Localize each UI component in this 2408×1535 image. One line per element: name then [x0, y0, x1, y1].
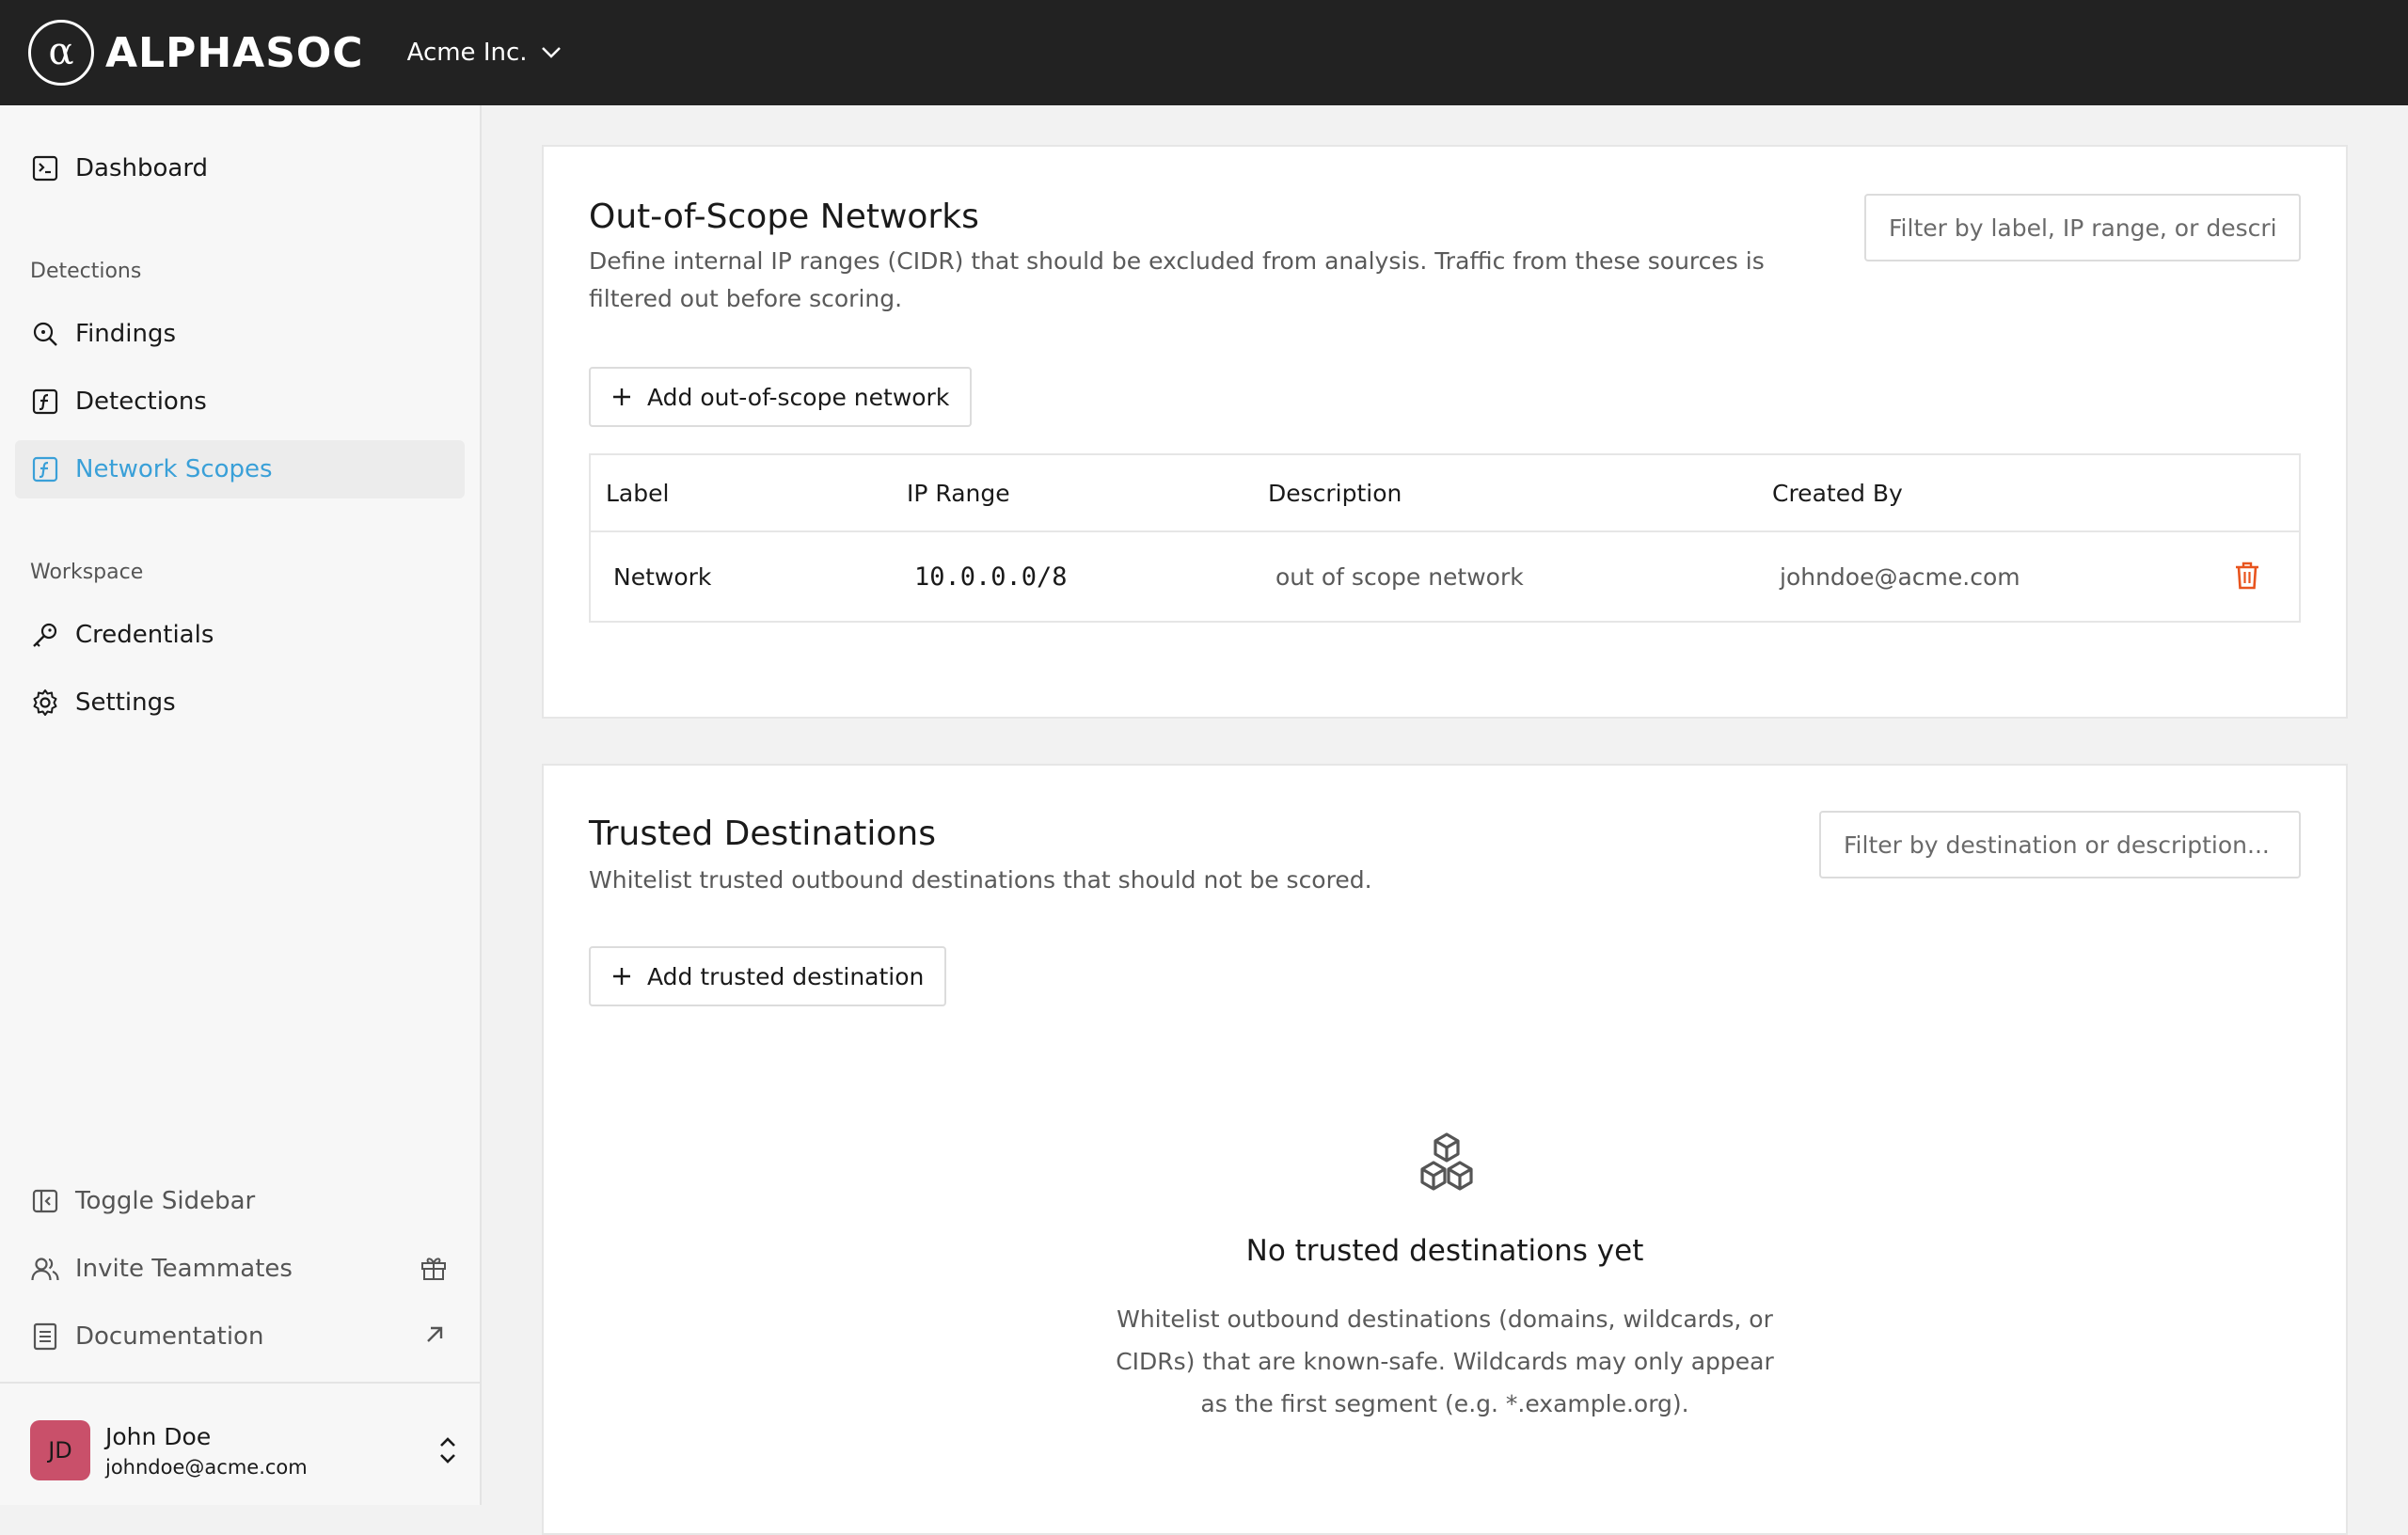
empty-state-title: No trusted destinations yet	[1245, 1234, 1644, 1268]
section-title-detections: Detections	[30, 260, 142, 283]
sidebar-item-detections[interactable]: Detections	[15, 372, 465, 431]
external-link-icon	[421, 1321, 448, 1352]
cell-created-by: johndoe@acme.com	[1780, 562, 2020, 591]
sidebar: Dashboard Detections Findings Detections…	[0, 105, 482, 1505]
function-icon	[30, 454, 60, 484]
column-header-description[interactable]: Description	[1268, 455, 1402, 530]
search-icon	[30, 319, 60, 349]
out-of-scope-table: Label IP Range Description Created By Ne…	[589, 453, 2301, 623]
invite-teammates-button[interactable]: Invite Teammates	[15, 1240, 465, 1298]
cell-label: Network	[613, 562, 712, 591]
org-name: Acme Inc.	[406, 39, 528, 67]
user-name: John Doe	[105, 1422, 212, 1450]
svg-text:α: α	[48, 32, 73, 73]
user-meta: John Doe johndoe@acme.com	[105, 1423, 308, 1479]
avatar: JD	[30, 1420, 90, 1480]
gift-icon	[420, 1254, 448, 1286]
sidebar-item-label: Settings	[75, 688, 176, 717]
user-email: johndoe@acme.com	[105, 1455, 308, 1479]
plus-icon	[611, 966, 632, 987]
document-icon	[30, 1321, 60, 1352]
chevron-up-down-icon	[436, 1433, 459, 1471]
out-of-scope-title: Out-of-Scope Networks	[589, 198, 979, 236]
sidebar-item-label: Detections	[75, 388, 207, 416]
chevron-down-icon	[541, 47, 561, 58]
add-trusted-destination-button[interactable]: Add trusted destination	[589, 946, 947, 1006]
add-out-of-scope-network-button[interactable]: Add out-of-scope network	[589, 367, 973, 427]
trusted-destinations-card: Trusted Destinations Whitelist trusted o…	[542, 764, 2348, 1535]
key-icon	[30, 620, 60, 650]
sidebar-item-settings[interactable]: Settings	[15, 673, 465, 732]
section-title-workspace: Workspace	[30, 561, 144, 584]
trusted-destinations-description: Whitelist trusted outbound destinations …	[589, 866, 1372, 894]
top-bar: α ALPHASOC Acme Inc.	[0, 0, 2408, 105]
table-row[interactable]: Network 10.0.0.0/8 out of scope network …	[591, 532, 2299, 621]
sidebar-toggle-icon	[30, 1186, 60, 1216]
toggle-sidebar-button[interactable]: Toggle Sidebar	[15, 1172, 465, 1230]
sidebar-item-label: Credentials	[75, 621, 214, 649]
dashboard-icon	[30, 153, 60, 183]
trusted-destinations-title: Trusted Destinations	[589, 815, 936, 853]
function-icon	[30, 387, 60, 417]
sidebar-item-label: Network Scopes	[75, 455, 273, 483]
sidebar-item-credentials[interactable]: Credentials	[15, 606, 465, 664]
alpha-logo-icon: α	[28, 20, 94, 86]
sidebar-item-findings[interactable]: Findings	[15, 305, 465, 363]
empty-state-text: Whitelist outbound destinations (domains…	[1116, 1306, 1774, 1417]
cell-ip-range: 10.0.0.0/8	[914, 562, 1068, 592]
trash-icon[interactable]	[2233, 561, 2261, 594]
table-header: Label IP Range Description Created By	[591, 455, 2299, 532]
brand-name: ALPHASOC	[105, 28, 364, 77]
documentation-link[interactable]: Documentation	[15, 1307, 465, 1366]
sidebar-divider	[0, 1382, 480, 1384]
column-header-created-by[interactable]: Created By	[1772, 455, 1903, 530]
add-button-label: Add out-of-scope network	[647, 383, 950, 411]
sidebar-item-label: Documentation	[75, 1322, 264, 1351]
plus-icon	[611, 387, 632, 407]
sidebar-item-label: Toggle Sidebar	[75, 1187, 256, 1215]
user-menu[interactable]: JD John Doe johndoe@acme.com	[30, 1413, 459, 1488]
sidebar-item-label: Dashboard	[75, 154, 209, 182]
sidebar-item-network-scopes[interactable]: Network Scopes	[15, 440, 465, 498]
cubes-icon	[1411, 1131, 1482, 1202]
column-header-ip-range[interactable]: IP Range	[907, 455, 1010, 530]
out-of-scope-card: Out-of-Scope Networks Define internal IP…	[542, 145, 2348, 719]
users-icon	[30, 1254, 60, 1284]
sidebar-item-label: Invite Teammates	[75, 1255, 293, 1283]
brand-logo[interactable]: α ALPHASOC	[28, 20, 364, 86]
trusted-destinations-filter-input[interactable]	[1819, 811, 2301, 878]
sidebar-item-label: Findings	[75, 320, 177, 348]
cell-description: out of scope network	[1275, 562, 1524, 591]
sidebar-item-dashboard[interactable]: Dashboard	[15, 139, 465, 198]
out-of-scope-description: Define internal IP ranges (CIDR) that sh…	[589, 247, 1765, 312]
add-button-label: Add trusted destination	[647, 962, 925, 990]
column-header-label[interactable]: Label	[606, 455, 669, 530]
gear-icon	[30, 688, 60, 718]
out-of-scope-filter-input[interactable]	[1864, 194, 2301, 261]
org-switcher[interactable]: Acme Inc.	[407, 39, 562, 67]
